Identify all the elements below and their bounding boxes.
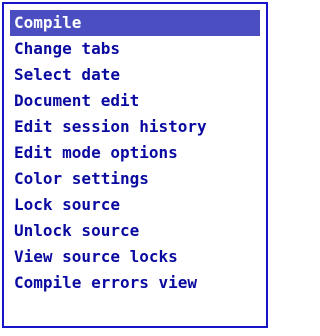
menu-item-view-source-locks[interactable]: View source locks <box>10 244 260 270</box>
menu-item-edit-session-history[interactable]: Edit session history <box>10 114 260 140</box>
popup-menu: Compile Change tabs Select date Document… <box>2 2 268 328</box>
menu-item-change-tabs[interactable]: Change tabs <box>10 36 260 62</box>
menu-item-edit-mode-options[interactable]: Edit mode options <box>10 140 260 166</box>
menu-item-lock-source[interactable]: Lock source <box>10 192 260 218</box>
menu-list: Compile Change tabs Select date Document… <box>10 10 260 296</box>
menu-item-select-date[interactable]: Select date <box>10 62 260 88</box>
menu-item-color-settings[interactable]: Color settings <box>10 166 260 192</box>
menu-item-compile-errors-view[interactable]: Compile errors view <box>10 270 260 296</box>
menu-item-compile[interactable]: Compile <box>10 10 260 36</box>
menu-item-document-edit[interactable]: Document edit <box>10 88 260 114</box>
menu-item-unlock-source[interactable]: Unlock source <box>10 218 260 244</box>
